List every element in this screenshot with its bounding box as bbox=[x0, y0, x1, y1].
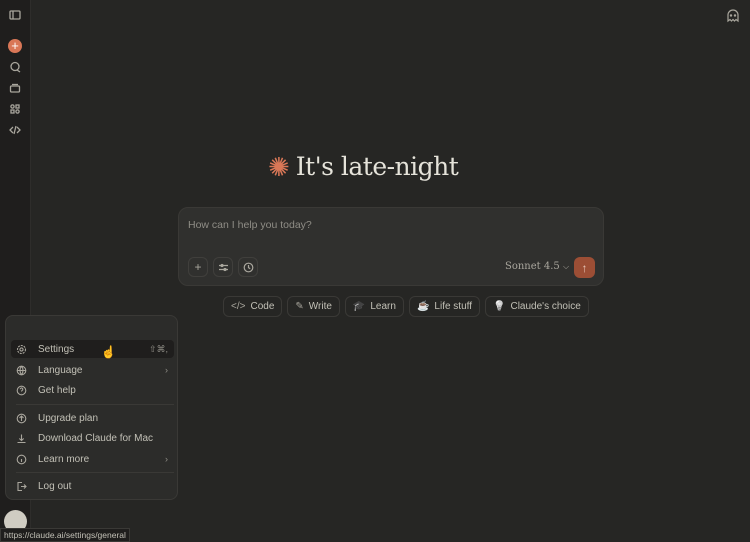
chats-icon[interactable] bbox=[8, 60, 22, 74]
add-button[interactable]: + bbox=[188, 257, 208, 277]
chevron-right-icon: › bbox=[165, 454, 168, 464]
help-icon bbox=[16, 385, 27, 396]
greeting: ✺ It's late-night bbox=[268, 151, 459, 182]
menu-label: Download Claude for Mac bbox=[38, 432, 154, 444]
model-name: Sonnet 4.5 bbox=[505, 261, 560, 272]
status-url: https://claude.ai/settings/general bbox=[0, 528, 130, 542]
tools-button[interactable] bbox=[213, 257, 233, 277]
logout-icon bbox=[16, 481, 27, 492]
arrow-up-icon: ↑ bbox=[581, 260, 588, 275]
divider bbox=[16, 472, 174, 473]
menu-item-download[interactable]: Download Claude for Mac bbox=[11, 429, 174, 447]
pencil-icon: ✎ bbox=[295, 301, 304, 312]
history-button[interactable] bbox=[238, 257, 258, 277]
globe-icon bbox=[16, 365, 27, 376]
gear-icon bbox=[16, 344, 27, 355]
code-icon: </> bbox=[231, 301, 246, 312]
shortcut-hint: ⇧⌘, bbox=[148, 343, 168, 354]
chip-life-stuff[interactable]: ☕ Life stuff bbox=[408, 296, 481, 317]
chip-label: Code bbox=[250, 301, 275, 312]
menu-item-language[interactable]: Language › bbox=[11, 361, 174, 379]
arrow-up-circle-icon bbox=[16, 413, 27, 424]
menu-label: Learn more bbox=[38, 453, 90, 465]
chip-label: Learn bbox=[370, 301, 396, 312]
account-menu: Settings ⇧⌘, Language › Get help Upgrade p… bbox=[5, 315, 178, 500]
menu-item-log-out[interactable]: Log out bbox=[11, 477, 174, 495]
chevron-down-icon: ⌵ bbox=[562, 262, 570, 271]
claude-logo-icon: ✺ bbox=[268, 151, 290, 182]
send-button[interactable]: ↑ bbox=[574, 257, 595, 278]
greeting-text: It's late-night bbox=[295, 152, 459, 181]
menu-label: Upgrade plan bbox=[38, 412, 99, 424]
chip-claudes-choice[interactable]: 💡 Claude's choice bbox=[485, 296, 589, 317]
lightbulb-icon: 💡 bbox=[493, 301, 506, 312]
sidebar-toggle-icon[interactable] bbox=[8, 8, 22, 22]
coffee-icon: ☕ bbox=[416, 301, 430, 312]
artifacts-icon[interactable] bbox=[8, 102, 22, 116]
menu-label: Get help bbox=[38, 384, 76, 396]
ghost-mode-icon[interactable] bbox=[726, 9, 740, 23]
composer[interactable]: How can I help you today? + Sonnet 4.5 ⌵… bbox=[178, 207, 604, 286]
info-icon bbox=[16, 454, 27, 465]
suggestion-chips: </> Code ✎ Write 🎓 Learn ☕ Life stuff 💡 Claud… bbox=[223, 296, 589, 317]
menu-label: Language bbox=[38, 364, 83, 376]
projects-icon[interactable] bbox=[8, 81, 22, 95]
chip-label: Life stuff bbox=[434, 301, 473, 312]
graduation-cap-icon: 🎓 bbox=[352, 301, 366, 312]
menu-label: Settings bbox=[38, 343, 75, 355]
chip-write[interactable]: ✎ Write bbox=[287, 296, 340, 317]
menu-item-get-help[interactable]: Get help bbox=[11, 381, 174, 399]
download-icon bbox=[16, 433, 27, 444]
chip-code[interactable]: </> Code bbox=[223, 296, 283, 317]
chip-label: Write bbox=[308, 301, 332, 312]
menu-item-settings[interactable]: Settings ⇧⌘, bbox=[11, 340, 174, 358]
menu-label: Log out bbox=[38, 480, 72, 492]
pointer-cursor-icon: ☝ bbox=[101, 345, 116, 359]
message-input[interactable]: How can I help you today? bbox=[188, 219, 312, 231]
code-icon[interactable] bbox=[8, 123, 22, 137]
menu-item-learn-more[interactable]: Learn more › bbox=[11, 450, 174, 468]
chip-learn[interactable]: 🎓 Learn bbox=[344, 296, 404, 317]
divider bbox=[16, 404, 174, 405]
model-selector[interactable]: Sonnet 4.5 ⌵ bbox=[505, 261, 569, 272]
menu-item-upgrade-plan[interactable]: Upgrade plan bbox=[11, 409, 174, 427]
chevron-right-icon: › bbox=[165, 365, 168, 375]
chip-label: Claude's choice bbox=[510, 301, 581, 312]
new-chat-button[interactable]: + bbox=[8, 39, 22, 53]
